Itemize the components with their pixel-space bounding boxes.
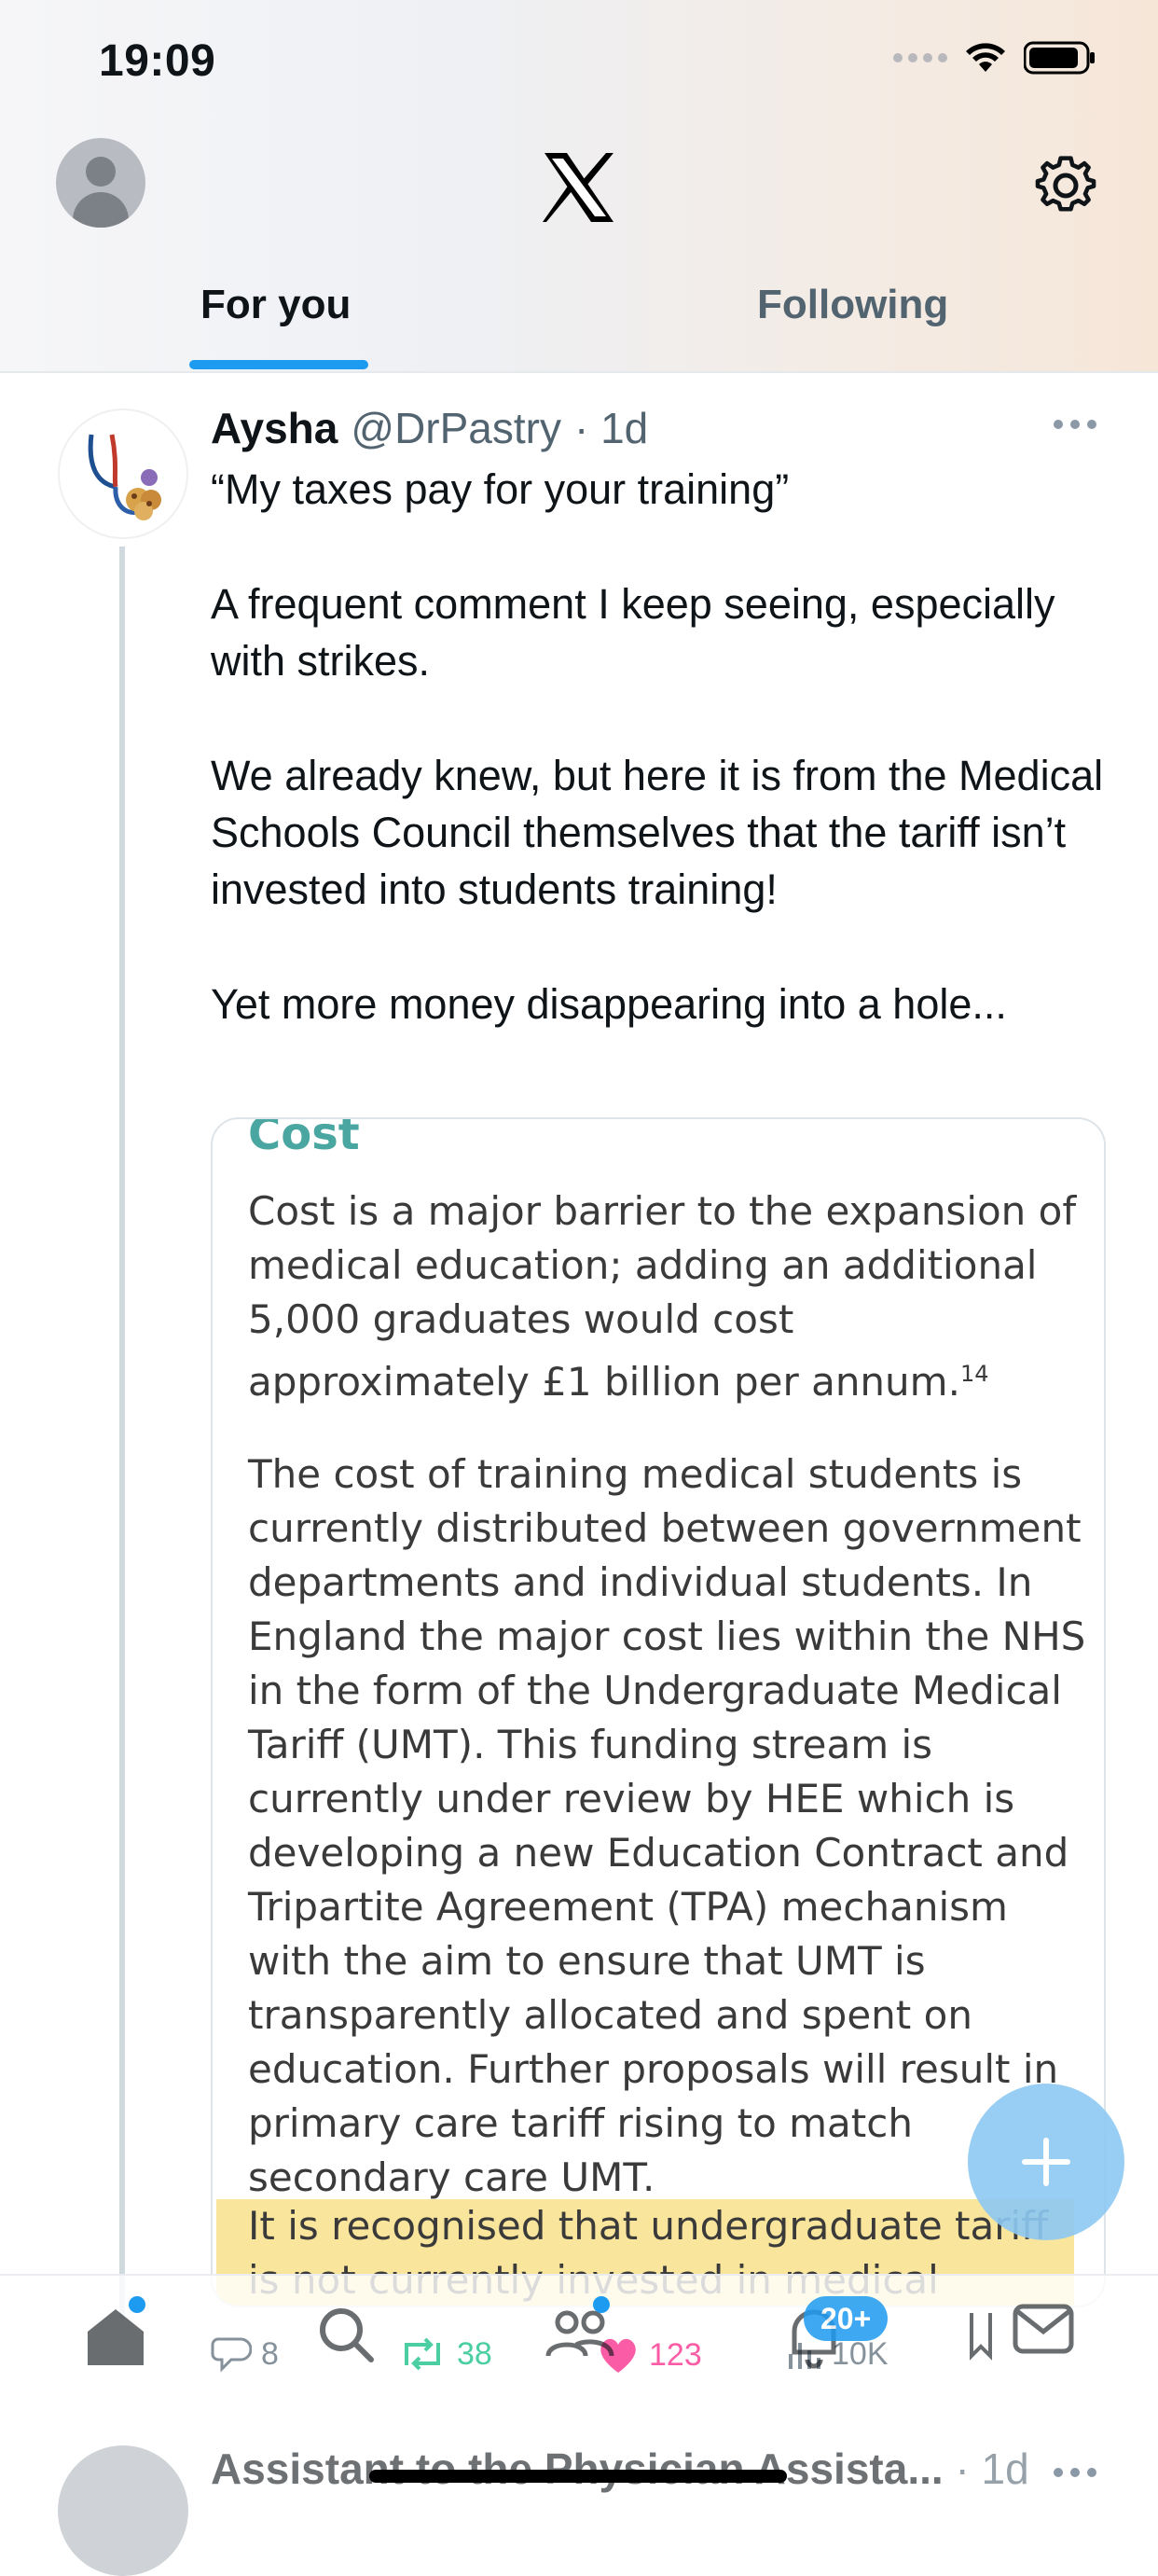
image-heading: Cost [248, 1117, 360, 1160]
profile-avatar-button[interactable] [56, 138, 145, 228]
tweet-timestamp: · 1d [573, 404, 649, 452]
tweet-text: “My taxes pay for your training” A frequ… [211, 461, 1106, 1032]
timeline-tabs: For you Following [0, 270, 1158, 371]
image-paragraph-1: Cost is a major barrier to the expansion… [248, 1188, 1077, 1405]
messages-icon[interactable] [1013, 2304, 1078, 2360]
cellular-signal-icon [893, 53, 947, 62]
footnote-marker: 14 [959, 1361, 989, 1387]
home-indicator[interactable] [369, 2470, 787, 2483]
search-icon[interactable] [315, 2304, 377, 2365]
retweet-icon [405, 2337, 440, 2371]
battery-icon [1024, 41, 1095, 75]
retweet-button[interactable]: 38 [397, 2335, 492, 2373]
reply-button[interactable]: 8 [211, 2335, 279, 2373]
tweet-more-options-icon[interactable] [1054, 420, 1096, 429]
tweet-author-avatar[interactable] [58, 409, 188, 539]
home-icon[interactable] [82, 2304, 149, 2369]
status-icons [893, 41, 1096, 75]
tweet-image-card[interactable]: Cost Cost is a major barrier to the expa… [211, 1117, 1106, 2307]
x-logo-icon [543, 153, 613, 222]
next-tweet-more-icon[interactable] [1054, 2468, 1096, 2477]
reply-count: 8 [261, 2335, 279, 2372]
next-tweet-author-name[interactable]: Assistant to the Physician Assista... [211, 2444, 944, 2493]
active-tab-indicator [189, 360, 368, 369]
reply-icon [211, 2337, 252, 2373]
thread-connector-line [119, 547, 125, 2319]
retweet-count: 38 [457, 2335, 492, 2372]
compose-tweet-button[interactable] [968, 2084, 1124, 2240]
communities-icon[interactable] [545, 2304, 615, 2365]
next-tweet-avatar[interactable] [58, 2445, 188, 2576]
tab-for-you[interactable]: For you [200, 282, 351, 328]
next-tweet-time: · 1d [955, 2444, 1029, 2493]
tweet-author-handle[interactable]: @DrPastry [351, 403, 561, 453]
tab-following[interactable]: Following [757, 282, 948, 328]
tweet-paragraph: Yet more money disappearing into a hole.… [211, 980, 1007, 1028]
home-new-indicator [129, 2296, 145, 2313]
next-tweet-header: Assistant to the Physician Assista... · … [211, 2444, 1029, 2494]
image-paragraph-2: The cost of training medical students is… [248, 1451, 1086, 2200]
tweet-header: Aysha @DrPastry · 1d [211, 403, 648, 453]
status-time: 19:09 [99, 36, 216, 86]
settings-gear-icon[interactable] [1035, 155, 1096, 216]
tweet-paragraph: A frequent comment I keep seeing, especi… [211, 580, 1055, 685]
tweet-paragraph: We already knew, but here it is from the… [211, 752, 1104, 913]
stethoscope-pastry-icon [88, 434, 161, 520]
wifi-icon [966, 43, 1005, 72]
header-divider [0, 371, 1158, 373]
communities-new-indicator [593, 2296, 610, 2313]
notifications-badge: 20+ [804, 2296, 889, 2341]
tweet-author-name[interactable]: Aysha [211, 403, 338, 453]
like-count: 123 [649, 2336, 702, 2373]
tweet-paragraph: “My taxes pay for your training” [211, 465, 790, 513]
